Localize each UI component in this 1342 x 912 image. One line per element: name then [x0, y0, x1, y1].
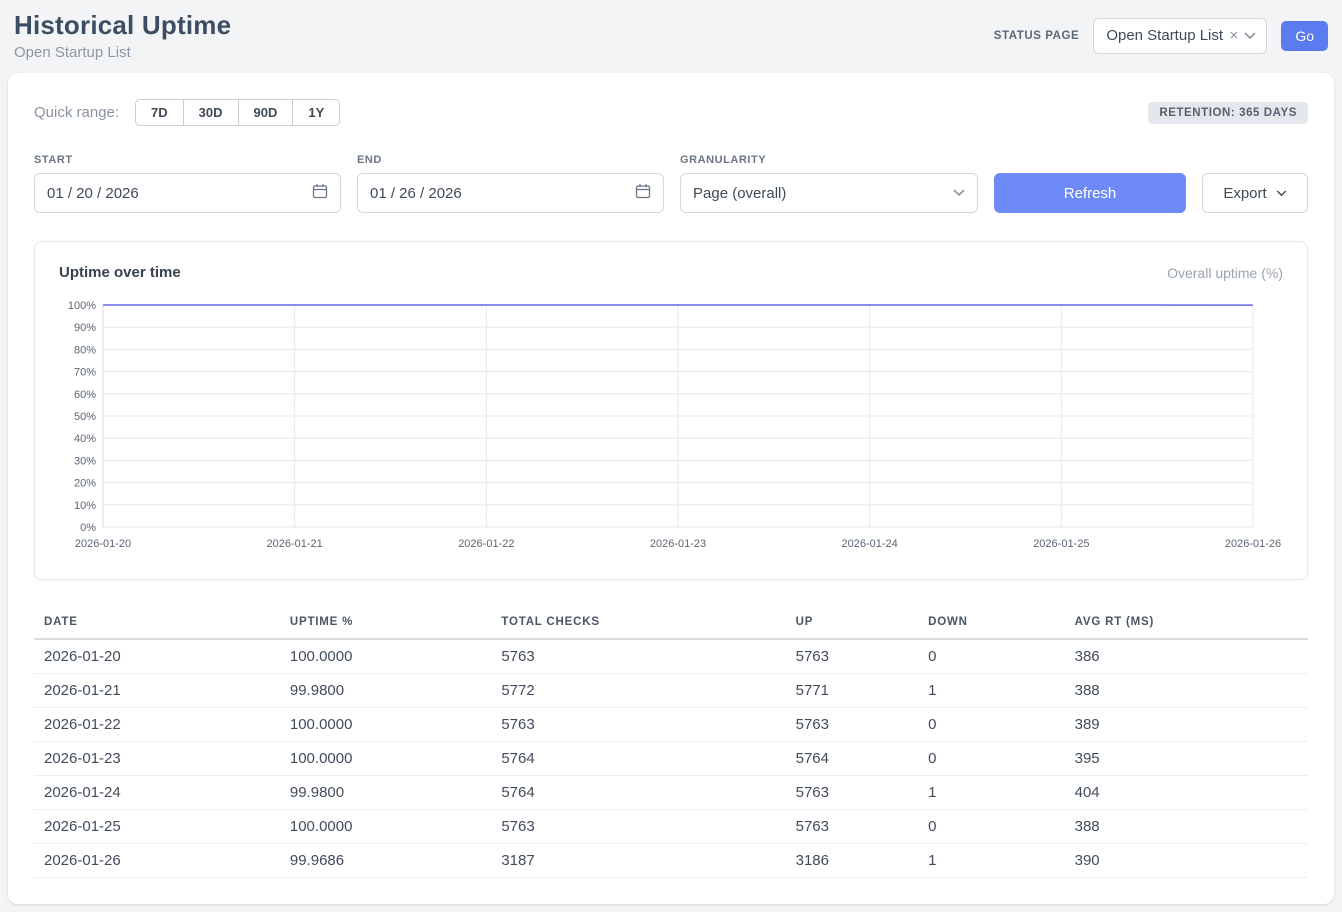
filter-form-row: START 01 / 20 / 2026 END 01 / 26 / 2026 … [34, 154, 1308, 213]
svg-text:0%: 0% [80, 522, 96, 534]
granularity-value: Page (overall) [693, 185, 786, 202]
calendar-icon[interactable] [312, 183, 328, 203]
end-date-value: 01 / 26 / 2026 [370, 185, 462, 202]
export-button-label: Export [1223, 185, 1266, 202]
column-header: DOWN [918, 606, 1065, 639]
table-row: 2026-01-2199.9800577257711388 [34, 674, 1308, 708]
svg-text:80%: 80% [74, 344, 96, 356]
go-button[interactable]: Go [1281, 21, 1328, 51]
start-date-field: START 01 / 20 / 2026 [34, 154, 341, 213]
quick-range-7d[interactable]: 7D [135, 99, 184, 126]
svg-text:100%: 100% [68, 300, 96, 312]
start-date-value: 01 / 20 / 2026 [47, 185, 139, 202]
svg-text:30%: 30% [74, 455, 96, 467]
refresh-button[interactable]: Refresh [994, 173, 1186, 213]
svg-text:90%: 90% [74, 322, 96, 334]
table-row: 2026-01-23100.0000576457640395 [34, 742, 1308, 776]
chart-header: Uptime over time Overall uptime (%) [59, 264, 1283, 281]
column-header: UPTIME % [280, 606, 491, 639]
retention-badge: RETENTION: 365 DAYS [1148, 102, 1308, 124]
uptime-chart-card: Uptime over time Overall uptime (%) 0% 10… [34, 241, 1308, 580]
page-title: Historical Uptime [14, 10, 231, 41]
svg-text:50%: 50% [74, 411, 96, 423]
table-row: 2026-01-2499.9800576457631404 [34, 776, 1308, 810]
chart-title: Uptime over time [59, 264, 181, 281]
column-header: AVG RT (MS) [1065, 606, 1308, 639]
table-row: 2026-01-25100.0000576357630388 [34, 810, 1308, 844]
svg-text:40%: 40% [74, 433, 96, 445]
topbar: Historical Uptime Open Startup List STAT… [0, 0, 1342, 71]
svg-text:2026-01-23: 2026-01-23 [650, 538, 706, 550]
quick-range-group: 7D30D90D1Y [135, 99, 340, 126]
granularity-select[interactable]: Page (overall) [680, 173, 978, 213]
svg-text:2026-01-24: 2026-01-24 [842, 538, 898, 550]
quick-range-90d[interactable]: 90D [238, 99, 294, 126]
table-body: 2026-01-20100.00005763576303862026-01-21… [34, 639, 1308, 878]
svg-text:2026-01-21: 2026-01-21 [267, 538, 323, 550]
table-header-row: DATEUPTIME %TOTAL CHECKSUPDOWNAVG RT (MS… [34, 606, 1308, 639]
svg-text:2026-01-20: 2026-01-20 [75, 538, 131, 550]
svg-text:2026-01-26: 2026-01-26 [1225, 538, 1281, 550]
svg-text:2026-01-25: 2026-01-25 [1033, 538, 1089, 550]
svg-text:20%: 20% [74, 478, 96, 490]
column-header: TOTAL CHECKS [491, 606, 785, 639]
export-button[interactable]: Export [1202, 173, 1308, 213]
status-page-label: STATUS PAGE [994, 30, 1080, 42]
table-row: 2026-01-2699.9686318731861390 [34, 844, 1308, 878]
uptime-table: DATEUPTIME %TOTAL CHECKSUPDOWNAVG RT (MS… [34, 606, 1308, 878]
end-date-input[interactable]: 01 / 26 / 2026 [357, 173, 664, 213]
chevron-down-icon [1276, 190, 1287, 197]
title-block: Historical Uptime Open Startup List [14, 10, 231, 61]
chevron-down-icon [1244, 32, 1256, 40]
svg-text:60%: 60% [74, 389, 96, 401]
column-header: UP [786, 606, 918, 639]
start-date-input[interactable]: 01 / 20 / 2026 [34, 173, 341, 213]
clear-icon[interactable]: × [1230, 28, 1239, 43]
uptime-chart: 0% 10% 20% 30% 40% 50% 60% 70% 80% 90% 100% 2026-01… [59, 293, 1283, 563]
status-page-select[interactable]: Open Startup List × [1093, 18, 1267, 54]
main-card: Quick range: 7D30D90D1Y RETENTION: 365 D… [8, 73, 1334, 904]
granularity-field: GRANULARITY Page (overall) [680, 154, 978, 213]
chart-legend: Overall uptime (%) [1167, 265, 1283, 281]
topbar-right: STATUS PAGE Open Startup List × Go [994, 18, 1328, 54]
table-row: 2026-01-22100.0000576357630389 [34, 708, 1308, 742]
quick-range-label: Quick range: [34, 104, 119, 121]
svg-text:10%: 10% [74, 500, 96, 512]
svg-text:70%: 70% [74, 367, 96, 379]
quick-range-row: Quick range: 7D30D90D1Y RETENTION: 365 D… [34, 99, 1308, 126]
table-row: 2026-01-20100.0000576357630386 [34, 639, 1308, 674]
page-subtitle: Open Startup List [14, 44, 231, 61]
calendar-icon[interactable] [635, 183, 651, 203]
column-header: DATE [34, 606, 280, 639]
quick-range-30d[interactable]: 30D [183, 99, 239, 126]
chevron-down-icon [953, 189, 965, 197]
status-page-value: Open Startup List [1106, 27, 1223, 44]
start-date-label: START [34, 154, 341, 166]
end-date-label: END [357, 154, 664, 166]
granularity-label: GRANULARITY [680, 154, 978, 166]
quick-range-1y[interactable]: 1Y [292, 99, 340, 126]
svg-text:2026-01-22: 2026-01-22 [458, 538, 514, 550]
end-date-field: END 01 / 26 / 2026 [357, 154, 664, 213]
